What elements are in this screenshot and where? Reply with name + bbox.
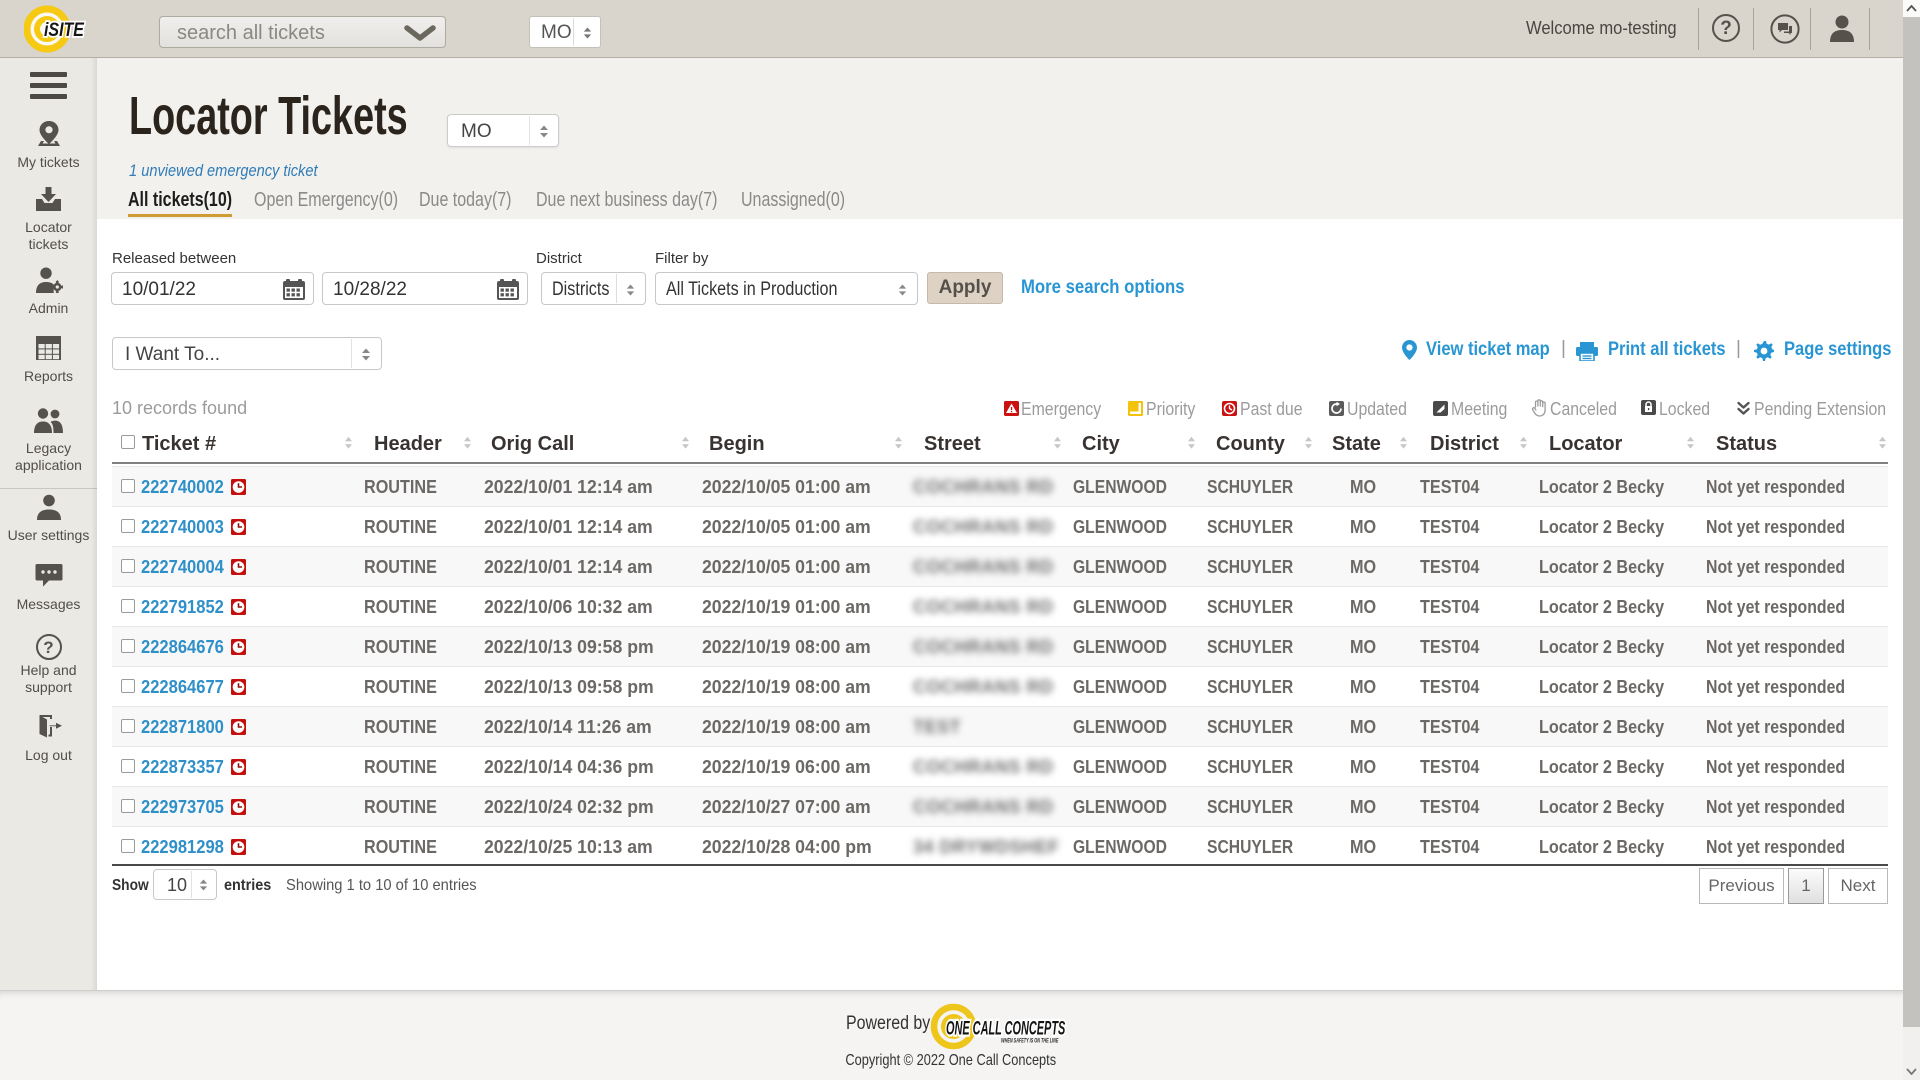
svg-text:iSITE: iSITE [44, 19, 85, 41]
svg-text:ONE CALL CONCEPTS: ONE CALL CONCEPTS [946, 1018, 1066, 1039]
svg-text:WHEN SAFETY IS ON THE LINE: WHEN SAFETY IS ON THE LINE [1001, 1038, 1059, 1045]
